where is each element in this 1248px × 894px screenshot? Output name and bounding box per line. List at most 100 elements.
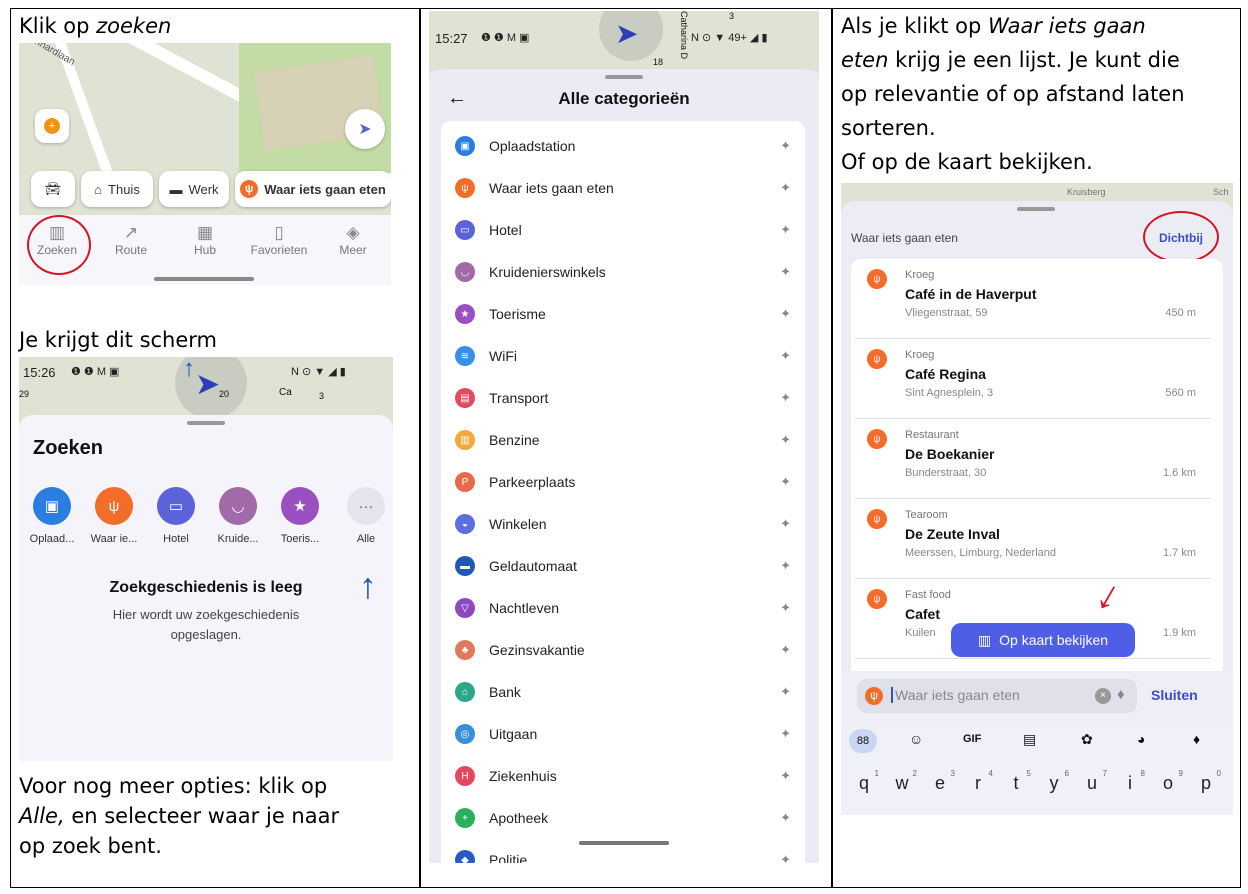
key[interactable]: i8 bbox=[1113, 769, 1147, 794]
gif-button[interactable]: GIF bbox=[963, 733, 981, 745]
category-label: Geldautomaat bbox=[489, 558, 577, 574]
pin-icon[interactable]: ✦ bbox=[780, 600, 791, 616]
drag-handle[interactable] bbox=[605, 75, 643, 79]
palette-icon[interactable]: ◕ bbox=[1137, 731, 1145, 747]
pin-icon[interactable]: ✦ bbox=[780, 684, 791, 700]
key[interactable]: p0 bbox=[1189, 769, 1223, 794]
status-icons: ❶ ❶ M ▣ bbox=[71, 366, 120, 378]
category-item[interactable]: ψ Waar iets gaan eten ✦ bbox=[455, 167, 805, 209]
keyboard: 88 ☺ GIF ▤ ✿ ◕ ♦ q1w2e3r4t5y6u7i8o9p0 bbox=[841, 723, 1233, 815]
category-label: Kruidenierswinkels bbox=[489, 264, 606, 280]
category-item[interactable]: ⌂ Bank ✦ bbox=[455, 671, 805, 713]
key[interactable]: q1 bbox=[847, 769, 881, 794]
category-item[interactable]: ▽ Nachtleven ✦ bbox=[455, 587, 805, 629]
tab-meer[interactable]: ◈ Meer bbox=[323, 223, 383, 257]
cat-hotel[interactable]: ▭ bbox=[157, 487, 195, 525]
pin-icon[interactable]: ✦ bbox=[780, 348, 791, 364]
mic-icon[interactable]: ♦ bbox=[1193, 731, 1200, 747]
category-item[interactable]: ▭ Hotel ✦ bbox=[455, 209, 805, 251]
result-item[interactable]: ψ Kroeg Café Regina Sint Agnesplein, 3 560 m bbox=[855, 339, 1210, 419]
text-line-5: Of op de kaart bekijken. bbox=[841, 150, 1093, 174]
drag-handle[interactable] bbox=[187, 421, 225, 425]
category-icon: ★ bbox=[455, 304, 475, 324]
category-item[interactable]: ◒ Winkelen ✦ bbox=[455, 503, 805, 545]
fork-icon: ψ bbox=[867, 269, 887, 289]
settings-icon[interactable]: ✿ bbox=[1081, 731, 1093, 748]
pin-icon[interactable]: ✦ bbox=[780, 432, 791, 448]
category-item[interactable]: ▤ Transport ✦ bbox=[455, 377, 805, 419]
pin-icon[interactable]: ✦ bbox=[780, 222, 791, 238]
cat-oplaad[interactable]: ▣ bbox=[33, 487, 71, 525]
search-bar[interactable]: ψ Waar iets gaan eten × ♦ bbox=[857, 679, 1137, 713]
pin-icon[interactable]: ✦ bbox=[780, 516, 791, 532]
result-name: Cafet bbox=[905, 606, 941, 622]
category-label: Gezinsvakantie bbox=[489, 642, 585, 658]
results-list: ψ Kroeg Café in de Haverput Vliegenstraat, … bbox=[851, 259, 1223, 671]
key[interactable]: t5 bbox=[999, 769, 1033, 794]
key[interactable]: o9 bbox=[1151, 769, 1185, 794]
pin-icon[interactable]: ✦ bbox=[780, 852, 791, 863]
category-item[interactable]: ▬ Geldautomaat ✦ bbox=[455, 545, 805, 587]
cat-alle[interactable]: ··· bbox=[347, 487, 385, 525]
pin-icon[interactable]: ✦ bbox=[780, 138, 791, 154]
map-view-button[interactable]: ▥ Op kaart bekijken bbox=[951, 623, 1135, 657]
category-item[interactable]: ▥ Benzine ✦ bbox=[455, 419, 805, 461]
clipboard-icon[interactable]: ▤ bbox=[1023, 731, 1036, 748]
shortcut-eat[interactable]: ψ Waar iets gaan eten bbox=[235, 171, 391, 207]
mic-icon[interactable]: ♦ bbox=[1117, 686, 1125, 703]
pin-icon[interactable]: ✦ bbox=[780, 768, 791, 784]
key[interactable]: r4 bbox=[961, 769, 995, 794]
result-item[interactable]: ψ Tearoom De Zeute Inval Meerssen, Limburg,… bbox=[855, 499, 1210, 579]
pin-icon[interactable]: ✦ bbox=[780, 810, 791, 826]
key[interactable]: y6 bbox=[1037, 769, 1071, 794]
pin-icon[interactable]: ✦ bbox=[780, 642, 791, 658]
navigate-button[interactable]: ➤ bbox=[345, 109, 385, 149]
status-time: 15:26 bbox=[23, 365, 56, 380]
result-type: Tearoom bbox=[905, 509, 948, 521]
category-item[interactable]: ◎ Uitgaan ✦ bbox=[455, 713, 805, 755]
close-button[interactable]: Sluiten bbox=[1151, 687, 1198, 703]
category-item[interactable]: ▣ Oplaadstation ✦ bbox=[455, 125, 805, 167]
cat-eten[interactable]: ψ bbox=[95, 487, 133, 525]
pin-icon[interactable]: ✦ bbox=[780, 726, 791, 742]
location-poi-button[interactable]: + bbox=[35, 109, 69, 143]
category-icon: ◒ bbox=[455, 514, 475, 534]
cat-toerisme[interactable]: ★ bbox=[281, 487, 319, 525]
briefcase-icon: ▬ bbox=[169, 181, 183, 197]
category-item[interactable]: + Apotheek ✦ bbox=[455, 797, 805, 839]
category-label: Parkeerplaats bbox=[489, 474, 576, 490]
pin-icon[interactable]: ✦ bbox=[780, 264, 791, 280]
apps-icon[interactable]: 88 bbox=[849, 729, 877, 753]
pin-icon[interactable]: ✦ bbox=[780, 558, 791, 574]
category-item[interactable]: ♣ Gezinsvakantie ✦ bbox=[455, 629, 805, 671]
result-item[interactable]: ψ Kroeg Café in de Haverput Vliegenstraat, … bbox=[855, 259, 1210, 339]
drag-handle[interactable] bbox=[1017, 207, 1055, 211]
clear-icon[interactable]: × bbox=[1095, 688, 1111, 704]
instruction-2: Je krijgt dit scherm bbox=[19, 328, 218, 352]
search-input[interactable]: Waar iets gaan eten bbox=[891, 687, 1020, 703]
pin-icon[interactable]: ✦ bbox=[780, 306, 791, 322]
result-type: Restaurant bbox=[905, 429, 959, 441]
pin-icon[interactable]: ✦ bbox=[780, 474, 791, 490]
tab-favorieten[interactable]: ▯ Favorieten bbox=[249, 223, 309, 257]
sticker-icon[interactable]: ☺ bbox=[909, 731, 923, 747]
shortcut-home[interactable]: ⌂ Thuis bbox=[81, 171, 153, 207]
shortcut-car[interactable]: 🚘︎ bbox=[31, 171, 75, 207]
category-icon: ▥ bbox=[455, 430, 475, 450]
key[interactable]: e3 bbox=[923, 769, 957, 794]
result-item[interactable]: ψ Restaurant De Boekanier Bunderstraat, 30 1… bbox=[855, 419, 1210, 499]
category-item[interactable]: ≋ WiFi ✦ bbox=[455, 335, 805, 377]
category-item[interactable]: ◡ Kruidenierswinkels ✦ bbox=[455, 251, 805, 293]
shortcut-work[interactable]: ▬ Werk bbox=[159, 171, 229, 207]
category-item[interactable]: H Ziekenhuis ✦ bbox=[455, 755, 805, 797]
key[interactable]: u7 bbox=[1075, 769, 1109, 794]
tab-hub[interactable]: ▦ Hub bbox=[175, 223, 235, 257]
pin-icon[interactable]: ✦ bbox=[780, 390, 791, 406]
map-view[interactable]: dernhardlaan clubhuis + ➤ 🚘︎ ⌂Thuis ▬Wer… bbox=[19, 43, 391, 215]
category-item[interactable]: P Parkeerplaats ✦ bbox=[455, 461, 805, 503]
cat-kruiden[interactable]: ◡ bbox=[219, 487, 257, 525]
category-item[interactable]: ★ Toerisme ✦ bbox=[455, 293, 805, 335]
pin-icon[interactable]: ✦ bbox=[780, 180, 791, 196]
tab-route[interactable]: ↗ Route bbox=[101, 223, 161, 257]
key[interactable]: w2 bbox=[885, 769, 919, 794]
